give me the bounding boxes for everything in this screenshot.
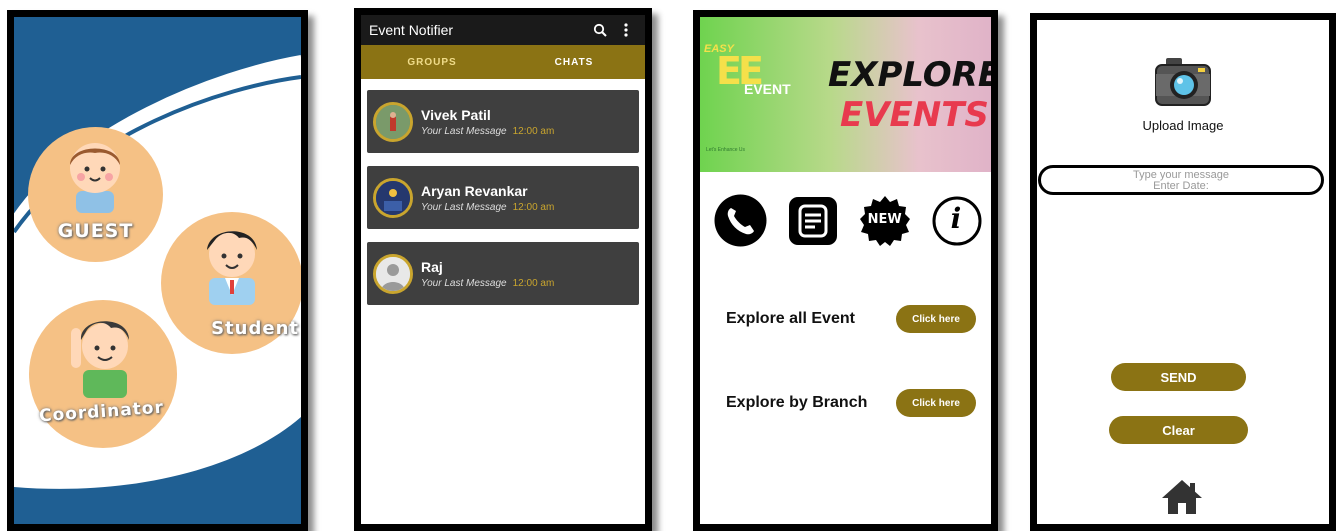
date-placeholder: Enter Date:	[1153, 180, 1209, 192]
app-logo: EASY EE EVENT	[704, 43, 791, 97]
guest-label: GUEST	[57, 220, 134, 242]
avatar	[373, 253, 413, 294]
banner-title-explore: EXPLORE	[828, 55, 998, 95]
guest-role-button[interactable]: GUEST	[28, 127, 163, 262]
explore-screen: EASY EE EVENT Let's Enhance Us EXPLORE E…	[693, 10, 998, 531]
chat-time: 12:00 am	[512, 125, 555, 137]
guest-avatar-icon	[70, 143, 120, 213]
chat-name: Aryan Revankar	[421, 182, 528, 199]
chat-time: 12:00 am	[512, 277, 555, 289]
chat-name: Vivek Patil	[421, 106, 491, 123]
tab-groups[interactable]: GROUPS	[361, 45, 503, 79]
chat-item-aryan[interactable]: Aryan Revankar Your Last Message 12:00 am	[367, 166, 639, 229]
camera-icon[interactable]	[1154, 56, 1212, 108]
chat-last-message: Your Last Message	[421, 201, 507, 213]
phone-icon[interactable]	[714, 194, 767, 247]
info-icon[interactable]: i	[931, 194, 984, 247]
clear-button[interactable]: Clear	[1109, 416, 1248, 444]
tab-indicator	[503, 79, 645, 82]
coordinator-label: Coordinator	[38, 397, 165, 427]
avatar	[373, 177, 413, 218]
student-avatar-icon	[207, 231, 257, 305]
chat-time: 12:00 am	[512, 201, 555, 213]
upload-image-label: Upload Image	[1142, 118, 1224, 133]
chat-item-vivek[interactable]: Vivek Patil Your Last Message 12:00 am	[367, 90, 639, 153]
message-input[interactable]: Type your message Enter Date:	[1038, 165, 1324, 195]
tab-bar: GROUPS CHATS	[361, 45, 645, 79]
student-label: Student	[211, 318, 299, 339]
explore-banner: EASY EE EVENT Let's Enhance Us EXPLORE E…	[700, 17, 991, 172]
chat-name: Raj	[421, 258, 443, 275]
app-bar: Event Notifier	[361, 15, 645, 45]
logo-tagline: Let's Enhance Us	[706, 147, 746, 153]
person-icon	[376, 256, 410, 291]
chat-item-raj[interactable]: Raj Your Last Message 12:00 am	[367, 242, 639, 305]
explore-all-button[interactable]: Click here	[896, 305, 976, 333]
app-title: Event Notifier	[369, 22, 454, 38]
more-vert-icon[interactable]	[615, 19, 637, 41]
chat-last-message: Your Last Message	[421, 277, 507, 289]
explore-branch-row: Explore by Branch Click here	[726, 389, 976, 417]
tab-chats[interactable]: CHATS	[503, 45, 645, 79]
explore-all-row: Explore all Event Click here	[726, 305, 976, 333]
explore-branch-button[interactable]: Click here	[896, 389, 976, 417]
explore-all-label: Explore all Event	[726, 310, 855, 327]
role-select-screen: GUEST Student Coordinator	[7, 10, 308, 531]
send-button[interactable]: SEND	[1111, 363, 1246, 391]
coordinator-avatar-icon	[71, 321, 129, 398]
explore-branch-label: Explore by Branch	[726, 394, 868, 411]
avatar	[373, 101, 413, 142]
chats-screen: Event Notifier GROUPS CHATS Vivek Patil …	[354, 8, 652, 531]
search-icon[interactable]	[589, 19, 611, 41]
quick-actions: NEW i	[714, 194, 984, 247]
new-badge-icon[interactable]: NEW	[859, 194, 912, 247]
home-icon[interactable]	[1161, 478, 1203, 516]
upload-screen: Upload Image Type your message Enter Dat…	[1030, 13, 1336, 531]
banner-title-events: EVENTS	[840, 95, 989, 135]
notes-icon[interactable]	[786, 194, 839, 247]
student-role-button[interactable]: Student	[161, 212, 301, 354]
coordinator-role-button[interactable]: Coordinator	[29, 300, 177, 448]
chat-last-message: Your Last Message	[421, 125, 507, 137]
